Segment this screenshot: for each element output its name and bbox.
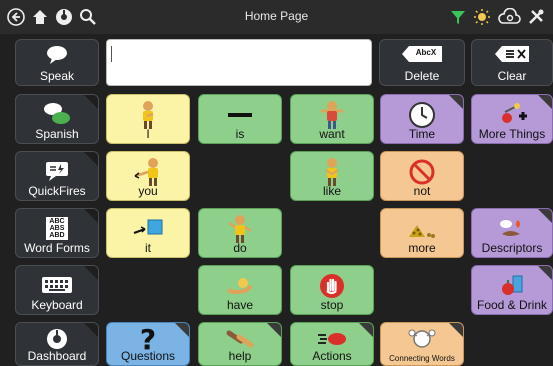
- delete-label: Delete: [404, 69, 440, 83]
- speak-button[interactable]: Speak: [15, 39, 99, 86]
- keyboard-icon: [16, 268, 98, 302]
- word-more[interactable]: more: [380, 208, 464, 258]
- word-i[interactable]: I: [106, 94, 190, 144]
- category-questions[interactable]: ? Questions: [106, 322, 190, 366]
- word-label: help: [228, 349, 252, 363]
- word-label: is: [235, 127, 245, 141]
- category-connecting-words[interactable]: Connecting Words: [380, 322, 464, 366]
- word-label: it: [145, 241, 151, 255]
- word-forms-icon: ABC ABS ABD: [16, 211, 98, 245]
- sidebar-label: Keyboard: [31, 298, 83, 312]
- cloud-sync-icon[interactable]: [496, 7, 522, 27]
- page-title: Home Page: [244, 9, 309, 23]
- speech-bubbles-icon: [16, 97, 98, 131]
- category-actions[interactable]: Actions: [290, 322, 374, 366]
- word-not[interactable]: not: [380, 151, 464, 201]
- sidebar-item-dashboard[interactable]: Dashboard: [15, 322, 99, 366]
- message-bar[interactable]: [106, 39, 372, 86]
- clear-label: Clear: [497, 69, 527, 83]
- sidebar-item-keyboard[interactable]: Keyboard: [15, 265, 99, 315]
- delete-key-text: AbcX: [415, 48, 437, 57]
- sidebar-item-spanish[interactable]: Spanish: [15, 94, 99, 144]
- sidebar-item-quickfires[interactable]: QuickFires: [15, 151, 99, 201]
- word-forms-icon-text: ABC ABS ABD: [46, 216, 68, 240]
- word-label: more: [408, 241, 436, 255]
- word-stop[interactable]: stop: [290, 265, 374, 315]
- clear-button[interactable]: Clear: [471, 39, 553, 86]
- word-have[interactable]: have: [198, 265, 282, 315]
- category-label: Connecting Words: [389, 354, 455, 363]
- sidebar-label: Spanish: [35, 127, 79, 141]
- word-label: want: [319, 127, 345, 141]
- word-help[interactable]: help: [198, 322, 282, 366]
- word-label: like: [322, 184, 341, 198]
- word-want[interactable]: want: [290, 94, 374, 144]
- category-food-drink[interactable]: Food & Drink: [471, 265, 553, 315]
- speech-bubble-icon: [16, 42, 98, 68]
- tools-icon[interactable]: [526, 7, 546, 27]
- category-label: More Things: [478, 127, 546, 141]
- sidebar-item-word-forms[interactable]: ABC ABS ABD Word Forms: [15, 208, 99, 258]
- word-label: I: [146, 127, 150, 141]
- category-label: Food & Drink: [476, 298, 548, 312]
- word-label: you: [138, 184, 158, 198]
- category-label: Descriptors: [481, 241, 543, 255]
- speak-label: Speak: [39, 69, 75, 83]
- brightness-icon[interactable]: [472, 7, 492, 27]
- sidebar-label: Word Forms: [24, 241, 90, 255]
- word-you[interactable]: you: [106, 151, 190, 201]
- delete-button[interactable]: AbcX Delete: [379, 39, 465, 86]
- top-bar: Home Page: [0, 0, 553, 34]
- word-like[interactable]: like: [290, 151, 374, 201]
- sidebar-label: Dashboard: [27, 349, 87, 363]
- filter-icon[interactable]: [448, 7, 468, 27]
- connect-icon: [381, 323, 463, 353]
- word-it[interactable]: it: [106, 208, 190, 258]
- clear-icon: [472, 42, 552, 66]
- word-do[interactable]: do: [198, 208, 282, 258]
- delete-key-icon: AbcX: [380, 42, 464, 66]
- word-label: have: [226, 298, 254, 312]
- category-label: Questions: [120, 349, 176, 363]
- lightning-chat-icon: [16, 154, 98, 188]
- sidebar-label: QuickFires: [28, 184, 86, 198]
- category-label: Time: [408, 127, 436, 141]
- word-label: not: [413, 184, 431, 198]
- word-label: do: [233, 241, 247, 255]
- app-frame: Home Page Speak AbcX Delete Clear Spanis…: [0, 0, 553, 366]
- category-more-things[interactable]: More Things: [471, 94, 553, 144]
- category-label: Actions: [312, 349, 352, 363]
- category-descriptors[interactable]: Descriptors: [471, 208, 553, 258]
- word-label: stop: [320, 298, 344, 312]
- word-is[interactable]: is: [198, 94, 282, 144]
- category-time[interactable]: Time: [380, 94, 464, 144]
- text-caret: [111, 46, 112, 62]
